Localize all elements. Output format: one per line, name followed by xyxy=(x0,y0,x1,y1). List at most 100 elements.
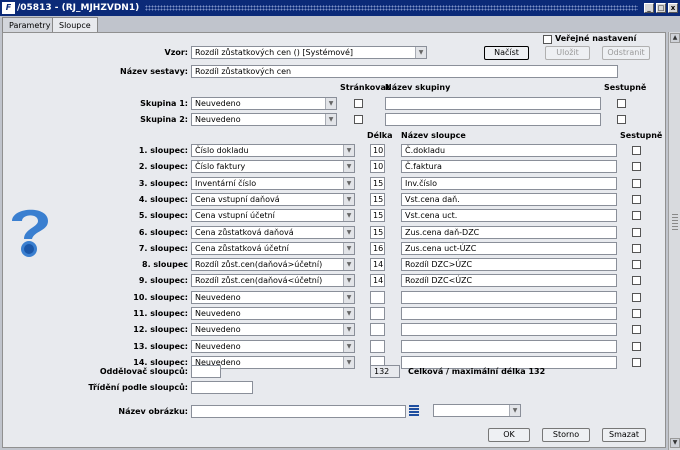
group-sestupne-checkbox[interactable] xyxy=(617,115,626,124)
column-sestupne-checkbox[interactable] xyxy=(632,146,641,155)
column-sestupne-checkbox[interactable] xyxy=(632,325,641,335)
column-sestupne-checkbox[interactable] xyxy=(632,357,641,367)
strankovat-checkbox[interactable] xyxy=(354,99,363,108)
column-length-input[interactable] xyxy=(370,307,385,320)
column-name-input[interactable]: Č.dokladu xyxy=(401,144,617,157)
column-select[interactable]: Neuvedeno ▼ xyxy=(191,339,355,353)
trideni-input[interactable] xyxy=(191,381,253,394)
column-name-input[interactable] xyxy=(401,323,617,337)
column-length-input[interactable]: 15 xyxy=(370,225,385,239)
vertical-scrollbar[interactable]: ▲ ▼ xyxy=(668,32,680,450)
vzor-select[interactable]: Rozdíl zůstatkových cen () [Systémové] ▼ xyxy=(191,46,427,59)
column-name-input[interactable]: Zus.cena uct-ÚZC xyxy=(401,241,617,255)
group-sestupne-checkbox[interactable] xyxy=(617,99,626,108)
nacist-button[interactable]: Načíst xyxy=(484,46,529,60)
column-sestupne-checkbox[interactable] xyxy=(632,162,641,172)
column-length-input[interactable]: 14 xyxy=(370,258,385,272)
column-name-input[interactable] xyxy=(401,290,617,304)
column-name-input[interactable] xyxy=(401,339,617,353)
column-select[interactable]: Neuvedeno ▼ xyxy=(191,290,355,304)
close-button[interactable]: x xyxy=(668,3,678,13)
chevron-down-icon[interactable]: ▼ xyxy=(325,98,336,109)
chevron-down-icon[interactable]: ▼ xyxy=(343,161,354,173)
column-name-input[interactable]: Vst.cena uct. xyxy=(401,209,617,223)
chevron-down-icon[interactable]: ▼ xyxy=(343,291,354,303)
column-length-input[interactable]: 14 xyxy=(370,274,385,288)
strankovat-checkbox[interactable] xyxy=(354,115,363,124)
obrazek-select[interactable]: ▼ xyxy=(433,404,521,417)
smazat-button[interactable]: Smazat xyxy=(602,428,646,442)
chevron-down-icon[interactable]: ▼ xyxy=(343,259,354,271)
column-length-input[interactable]: 10 xyxy=(370,160,385,174)
column-sestupne-checkbox[interactable] xyxy=(632,260,641,270)
group-name-input[interactable] xyxy=(385,97,601,110)
column-select[interactable]: Rozdíl zůst.cen(daňová>účetní) ▼ xyxy=(191,258,355,272)
group-select[interactable]: Neuvedeno ▼ xyxy=(191,97,337,110)
obrazek-input[interactable] xyxy=(191,405,406,418)
chevron-down-icon[interactable]: ▼ xyxy=(415,47,426,58)
ok-button[interactable]: OK xyxy=(488,428,530,442)
maximize-button[interactable]: □ xyxy=(656,3,666,13)
column-sestupne-checkbox[interactable] xyxy=(632,194,641,204)
nazev-sestavy-input[interactable]: Rozdíl zůstatkových cen xyxy=(191,65,618,78)
group-name-input[interactable] xyxy=(385,113,601,126)
odstranit-button[interactable]: Odstranit xyxy=(602,46,650,60)
chevron-down-icon[interactable]: ▼ xyxy=(325,114,336,125)
group-select[interactable]: Neuvedeno ▼ xyxy=(191,113,337,126)
column-sestupne-checkbox[interactable] xyxy=(632,309,641,318)
column-select[interactable]: Cena vstupní účetní ▼ xyxy=(191,209,355,223)
column-name-input[interactable]: Vst.cena daň. xyxy=(401,192,617,206)
column-sestupne-checkbox[interactable] xyxy=(632,227,641,237)
chevron-down-icon[interactable]: ▼ xyxy=(343,340,354,352)
column-name-input[interactable] xyxy=(401,307,617,320)
oddelovac-input[interactable] xyxy=(191,365,221,378)
chevron-down-icon[interactable]: ▼ xyxy=(343,356,354,368)
column-length-input[interactable] xyxy=(370,339,385,353)
column-length-input[interactable]: 15 xyxy=(370,176,385,190)
column-select[interactable]: Neuvedeno ▼ xyxy=(191,307,355,320)
column-sestupne-checkbox[interactable] xyxy=(632,178,641,188)
chevron-down-icon[interactable]: ▼ xyxy=(343,145,354,156)
tab-parametry[interactable]: Parametry xyxy=(2,17,58,32)
verejne-checkbox[interactable] xyxy=(543,35,552,44)
column-length-input[interactable] xyxy=(370,290,385,304)
tab-sloupce[interactable]: Sloupce xyxy=(52,17,98,33)
column-length-input[interactable]: 16 xyxy=(370,241,385,255)
column-select[interactable]: Číslo faktury ▼ xyxy=(191,160,355,174)
column-sestupne-checkbox[interactable] xyxy=(632,211,641,221)
column-name-input[interactable]: Rozdíl DZC>ÚZC xyxy=(401,258,617,272)
chevron-down-icon[interactable]: ▼ xyxy=(343,242,354,254)
column-select[interactable]: Cena vstupní daňová ▼ xyxy=(191,192,355,206)
chevron-down-icon[interactable]: ▼ xyxy=(509,405,520,416)
list-icon[interactable] xyxy=(409,405,419,417)
column-select[interactable]: Rozdíl zůst.cen(daňová<účetní) ▼ xyxy=(191,274,355,288)
chevron-down-icon[interactable]: ▼ xyxy=(343,193,354,205)
chevron-down-icon[interactable]: ▼ xyxy=(343,177,354,189)
column-select[interactable]: Inventární číslo ▼ xyxy=(191,176,355,190)
storno-button[interactable]: Storno xyxy=(542,428,590,442)
column-select[interactable]: Číslo dokladu ▼ xyxy=(191,144,355,157)
column-name-input[interactable]: Zus.cena daň-DZC xyxy=(401,225,617,239)
scroll-up-icon[interactable]: ▲ xyxy=(670,33,680,43)
column-sestupne-checkbox[interactable] xyxy=(632,243,641,253)
column-name-input[interactable]: Rozdíl DZC<ÚZC xyxy=(401,274,617,288)
scroll-down-icon[interactable]: ▼ xyxy=(670,438,680,448)
chevron-down-icon[interactable]: ▼ xyxy=(343,226,354,238)
column-sestupne-checkbox[interactable] xyxy=(632,292,641,302)
column-length-input[interactable] xyxy=(370,323,385,337)
chevron-down-icon[interactable]: ▼ xyxy=(343,210,354,222)
column-select[interactable]: Cena zůstatková účetní ▼ xyxy=(191,241,355,255)
chevron-down-icon[interactable]: ▼ xyxy=(343,324,354,336)
column-name-input[interactable]: Č.faktura xyxy=(401,160,617,174)
scroll-grip[interactable] xyxy=(672,214,678,230)
column-sestupne-checkbox[interactable] xyxy=(632,341,641,351)
column-select[interactable]: Neuvedeno ▼ xyxy=(191,323,355,337)
chevron-down-icon[interactable]: ▼ xyxy=(343,275,354,287)
ulozit-button[interactable]: Uložit xyxy=(545,46,590,60)
minimize-button[interactable]: _ xyxy=(644,3,654,13)
help-icon[interactable] xyxy=(8,203,52,259)
column-select[interactable]: Cena zůstatková daňová ▼ xyxy=(191,225,355,239)
column-sestupne-checkbox[interactable] xyxy=(632,276,641,286)
column-name-input[interactable]: Inv.číslo xyxy=(401,176,617,190)
chevron-down-icon[interactable]: ▼ xyxy=(343,308,354,319)
